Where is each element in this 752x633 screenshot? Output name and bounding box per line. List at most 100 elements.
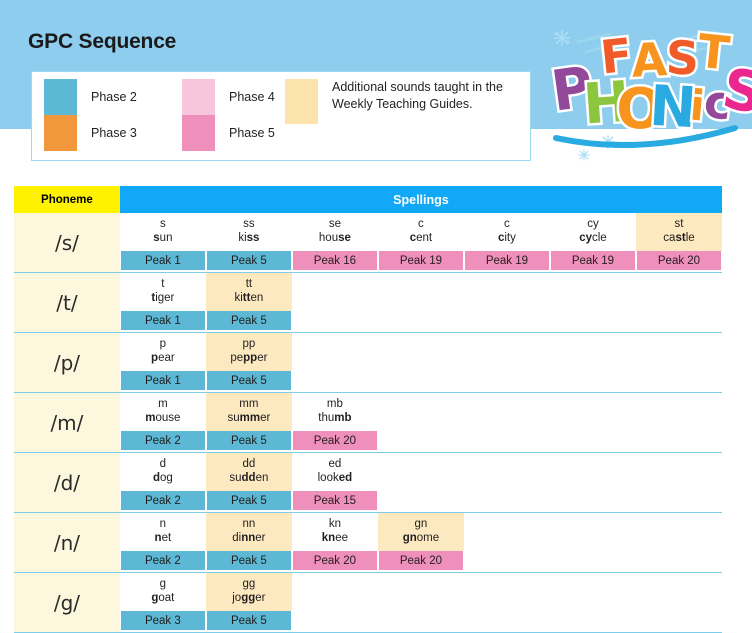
example-word: cycle (579, 232, 607, 244)
grapheme-box: d dog (120, 453, 206, 491)
peak-badge: Peak 5 (206, 491, 291, 510)
grapheme-label: cy (587, 218, 599, 231)
spelling-cell: m mouse Peak 2 (119, 392, 206, 453)
peak-badge: Peak 20 (292, 551, 377, 570)
table-row: /t/t tiger Peak 1 tt kitten Peak 5 (14, 272, 722, 333)
grapheme-label: gg (242, 578, 256, 591)
example-word: thumb (318, 412, 352, 424)
legend-column-phase45: Phase 4 Phase 5 (182, 79, 275, 151)
example-word: house (318, 232, 351, 244)
grapheme-box-empty (464, 513, 550, 551)
grapheme-box-empty (464, 273, 550, 311)
spelling-cell-empty (549, 392, 636, 453)
peak-badge: Peak 2 (120, 431, 205, 450)
spelling-cell-empty (377, 332, 464, 393)
grapheme-label: nn (242, 518, 256, 531)
phase-5-swatch (182, 115, 215, 151)
legend-item-additional-sounds: Additional sounds taught in the Weekly T… (285, 79, 530, 124)
peak-badge: Peak 20 (636, 251, 721, 270)
spelling-cell-empty (549, 572, 636, 633)
peak-badge-empty (550, 551, 636, 572)
peak-badge: Peak 5 (206, 551, 291, 570)
peak-badge-empty (464, 371, 550, 392)
header-phoneme: Phoneme (14, 186, 120, 213)
peak-badge-empty (636, 371, 722, 392)
gpc-sequence-table: Phoneme Spellings /s/s sun Peak 1 ss kiss Pea… (14, 186, 722, 633)
spelling-cell-empty (377, 272, 464, 333)
grapheme-box-empty (636, 453, 722, 491)
grapheme-box-empty (378, 573, 464, 611)
grapheme-label: n (159, 518, 167, 531)
grapheme-box: c city (464, 213, 550, 251)
grapheme-label: ss (243, 218, 255, 231)
legend-item-phase-4: Phase 4 (182, 79, 275, 115)
peak-badge-empty (378, 371, 464, 392)
example-word: knee (321, 532, 348, 544)
spelling-cell-empty (291, 332, 378, 393)
example-word: pear (151, 352, 175, 364)
legend-item-phase-5: Phase 5 (182, 115, 275, 151)
spelling-cell: ed looked Peak 15 (291, 452, 378, 513)
example-word: goat (151, 592, 175, 604)
example-word: dinner (232, 532, 266, 544)
table-row: /g/g goat Peak 3 gg jogger Peak 5 (14, 572, 722, 633)
grapheme-label: se (328, 218, 341, 231)
phoneme-cell: /p/ (14, 332, 120, 393)
spelling-cell: d dog Peak 2 (119, 452, 206, 513)
spelling-cell: mm summer Peak 5 (205, 392, 292, 453)
peak-badge-empty (636, 611, 722, 632)
spelling-cell: n net Peak 2 (119, 512, 206, 573)
peak-badge-empty (550, 431, 636, 452)
grapheme-box: mb thumb (292, 393, 378, 431)
example-word: kiss (238, 232, 260, 244)
phase-4-swatch (182, 79, 215, 115)
phoneme-cell: /t/ (14, 272, 120, 333)
legend-column-phase23: Phase 2 Phase 3 (44, 79, 137, 151)
grapheme-box: g goat (120, 573, 206, 611)
grapheme-label: t (161, 278, 165, 291)
legend-item-phase-2: Phase 2 (44, 79, 137, 115)
grapheme-label: mb (326, 398, 343, 411)
spelling-cell: gn gnome Peak 20 (377, 512, 464, 573)
grapheme-box: ed looked (292, 453, 378, 491)
phase-2-swatch (44, 79, 77, 115)
grapheme-label: m (158, 398, 168, 411)
grapheme-box-empty (550, 453, 636, 491)
spelling-cell-empty (291, 572, 378, 633)
spelling-cell-empty (635, 332, 722, 393)
spelling-cell-empty (463, 392, 550, 453)
spelling-cell-empty (635, 572, 722, 633)
grapheme-label: p (159, 338, 167, 351)
peak-badge: Peak 2 (120, 491, 205, 510)
spelling-cell-empty (635, 272, 722, 333)
peak-badge-empty (464, 611, 550, 632)
table-row: /s/s sun Peak 1 ss kiss Peak 5 se house Peak 16 c… (14, 213, 722, 273)
spelling-cell-empty (377, 572, 464, 633)
grapheme-box: gg jogger (205, 573, 292, 611)
grapheme-box-empty (292, 573, 378, 611)
phoneme-cell: /g/ (14, 572, 120, 633)
spelling-cell-empty (463, 332, 550, 393)
grapheme-box-empty (636, 513, 722, 551)
peak-badge-empty (550, 611, 636, 632)
peak-badge: Peak 2 (120, 551, 205, 570)
phoneme-cell: /d/ (14, 452, 120, 513)
phase-5-label: Phase 5 (229, 126, 275, 140)
peak-badge-empty (464, 311, 550, 332)
spelling-cell: s sun Peak 1 (119, 213, 206, 273)
example-word: pepper (230, 352, 268, 364)
spelling-cell: st castle Peak 20 (635, 213, 722, 273)
peak-badge-empty (292, 371, 378, 392)
example-word: cent (409, 232, 433, 244)
grapheme-box: mm summer (205, 393, 292, 431)
grapheme-box-empty (636, 273, 722, 311)
example-word: net (154, 532, 172, 544)
phoneme-cell: /m/ (14, 392, 120, 453)
spelling-cell-empty (549, 512, 636, 573)
peak-badge-empty (636, 491, 722, 512)
peak-badge: Peak 5 (206, 431, 291, 450)
spelling-cell-empty (463, 572, 550, 633)
peak-badge: Peak 15 (292, 491, 377, 510)
grapheme-box-empty (464, 573, 550, 611)
spelling-cell: se house Peak 16 (291, 213, 378, 273)
